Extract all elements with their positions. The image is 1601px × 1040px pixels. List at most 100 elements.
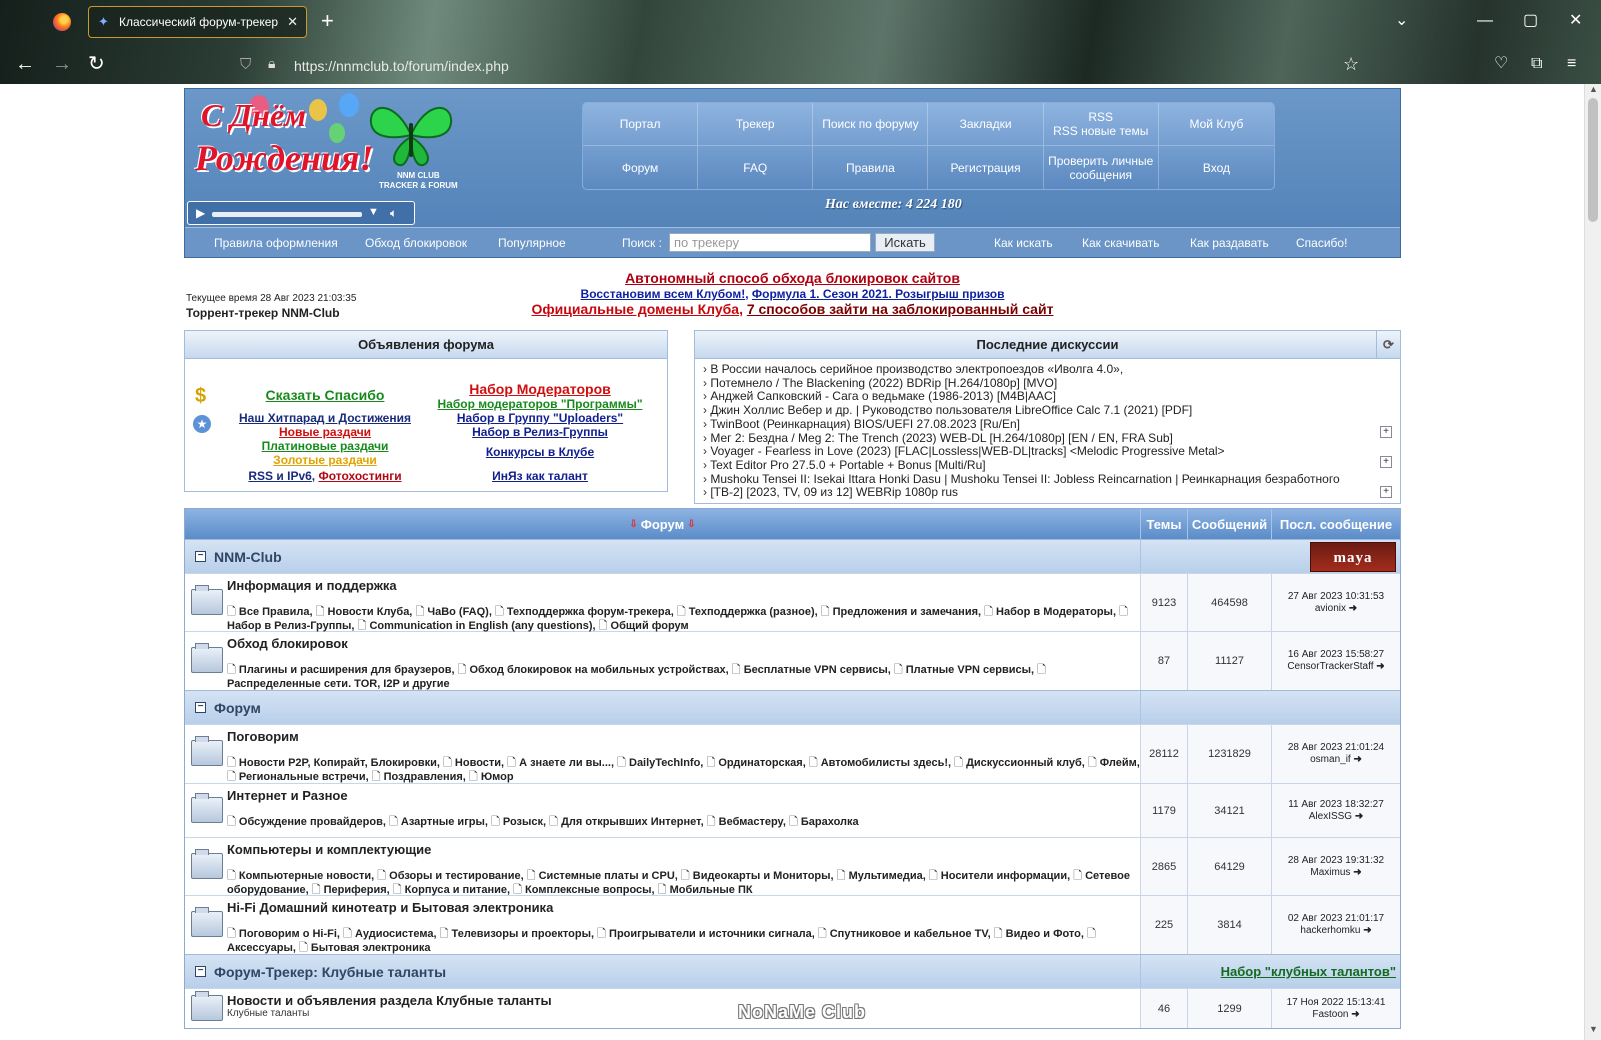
discussion-item[interactable]: Text Editor Pro 27.5.0 + Portable + Bonu… xyxy=(703,459,1394,473)
link-say-thanks[interactable]: Сказать Спасибо xyxy=(215,387,435,403)
tab-list-icon[interactable]: ⌄ xyxy=(1395,8,1408,34)
url-bar[interactable]: https://nnmclub.to/forum/index.php xyxy=(294,56,509,76)
category-title[interactable]: − Форум-Трекер: Клубные таланты xyxy=(185,955,1140,988)
last-post-user[interactable]: CensorTrackerStaff xyxy=(1287,661,1373,672)
minimize-icon[interactable]: — xyxy=(1477,8,1493,34)
menu-item[interactable]: RSS RSS новые темы xyxy=(1043,103,1159,146)
new-tab-icon[interactable]: + xyxy=(321,7,334,35)
menu-item[interactable]: Вход xyxy=(1159,146,1274,189)
subforum-link[interactable]: Видеокарты и Мониторы, xyxy=(681,870,834,882)
subforum-link[interactable]: Автомобилисты здесь!, xyxy=(809,757,951,769)
player-dropdown-icon[interactable]: ▼ xyxy=(368,206,379,218)
back-icon[interactable]: ← xyxy=(15,52,35,76)
bookmark-star-icon[interactable]: ☆ xyxy=(1343,52,1359,76)
discussion-item[interactable]: Voyager - Fearless in Love (2023) [FLAC|… xyxy=(703,445,1394,459)
forward-icon[interactable]: → xyxy=(52,52,72,76)
link-how-to-search[interactable]: Как искать xyxy=(994,236,1053,250)
forum-name[interactable]: Новости и объявления раздела Клубные тал… xyxy=(227,993,1140,1008)
subforum-link[interactable]: Корпуса и питание, xyxy=(393,884,510,896)
collapse-icon[interactable]: − xyxy=(195,702,206,713)
link-photohosting[interactable]: Фотохостинги xyxy=(318,469,401,483)
link-program-moderators[interactable]: Набор модераторов "Программы" xyxy=(430,397,650,411)
category-title[interactable]: − NNM-Club xyxy=(185,540,1140,573)
link-uploaders[interactable]: Набор в Группу "Uploaders" xyxy=(430,411,650,425)
collapse-icon[interactable]: − xyxy=(195,966,206,977)
announcement-bypass[interactable]: Автономный способ обхода блокировок сайт… xyxy=(184,270,1401,286)
link-platinum-releases[interactable]: Платиновые раздачи xyxy=(215,439,435,453)
player-progress[interactable] xyxy=(212,212,362,217)
subforum-link[interactable]: Новости P2P, Копирайт, Блокировки, xyxy=(227,757,440,769)
last-post-user[interactable]: hackerhomku xyxy=(1300,925,1360,936)
menu-item[interactable]: Проверить личные сообщения xyxy=(1044,146,1159,189)
subforum-link[interactable]: Бесплатные VPN сервисы, xyxy=(732,664,891,676)
subforum-link[interactable]: Вебмастеру, xyxy=(707,816,786,828)
subforum-link[interactable]: Платные VPN сервисы, xyxy=(894,664,1034,676)
link-thanks[interactable]: Спасибо! xyxy=(1296,236,1347,250)
firefox-icon[interactable] xyxy=(53,13,71,31)
subforum-link[interactable]: Азартные игры, xyxy=(389,816,488,828)
goto-post-icon[interactable]: ➜ xyxy=(1348,1009,1359,1020)
subforum-link[interactable]: Комплексные вопросы, xyxy=(513,884,654,896)
maya-planet-logo[interactable]: maya xyxy=(1310,541,1396,572)
link-bypass-blocking[interactable]: Обход блокировок xyxy=(365,236,467,250)
refresh-icon[interactable]: ⟳ xyxy=(1376,331,1400,359)
collapse-icon[interactable]: − xyxy=(195,551,206,562)
last-post-user[interactable]: avionix xyxy=(1315,603,1346,614)
subforum-link[interactable]: А знаете ли вы..., xyxy=(507,757,614,769)
link-popular[interactable]: Популярное xyxy=(498,236,566,250)
subforum-link[interactable]: Региональные встречи, xyxy=(227,771,369,783)
volume-icon[interactable]: 🔈︎ xyxy=(390,206,397,221)
subforum-link[interactable]: Флейм, xyxy=(1088,757,1140,769)
link-club-talents[interactable]: Набор "клубных талантов" xyxy=(1221,964,1396,979)
link-hitparade[interactable]: Наш Хитпарад и Достижения xyxy=(215,411,435,425)
subforum-link[interactable]: DailyTechInfo, xyxy=(617,757,703,769)
announcement-formula1[interactable]: Формула 1. Сезон 2021. Розыгрыш призов xyxy=(752,287,1005,301)
expand-icon[interactable]: + xyxy=(1380,456,1392,468)
subforum-link[interactable]: Носители информации, xyxy=(929,870,1070,882)
close-window-icon[interactable]: ✕ xyxy=(1569,8,1582,34)
maximize-icon[interactable]: ▢ xyxy=(1523,8,1538,34)
discussion-item[interactable]: Мег 2: Бездна / Meg 2: The Trench (2023)… xyxy=(703,432,1394,446)
subforum-link[interactable]: Ординаторская, xyxy=(706,757,805,769)
discussion-item[interactable]: Джин Холлис Вебер и др. | Руководство по… xyxy=(703,404,1394,418)
forum-name[interactable]: Информация и поддержка xyxy=(227,578,1140,593)
scroll-down-icon[interactable]: ▼ xyxy=(1589,1024,1598,1034)
subforum-link[interactable]: Общий форум xyxy=(599,620,689,632)
link-gold-releases[interactable]: Золотые раздачи xyxy=(215,453,435,467)
last-post-user[interactable]: Fastoon xyxy=(1312,1009,1348,1020)
link-release-groups[interactable]: Набор в Релиз-Группы xyxy=(430,425,650,439)
link-languages-talent[interactable]: ИнЯз как талант xyxy=(430,469,650,483)
forum-name[interactable]: Поговорим xyxy=(227,729,1140,744)
subforum-link[interactable]: Для открывших Интернет, xyxy=(549,816,704,828)
link-new-releases[interactable]: Новые раздачи xyxy=(215,425,435,439)
active-tab[interactable]: ✦ Классический форум-трекер ✕ xyxy=(88,6,307,38)
subforum-link[interactable]: Компьютерные новости, xyxy=(227,870,374,882)
goto-post-icon[interactable]: ➜ xyxy=(1351,754,1361,765)
site-logo[interactable]: С Днём Рождения! NNM CLUB TRACKER & FORU… xyxy=(189,93,471,199)
tracker-search-input[interactable] xyxy=(669,233,871,252)
category-title[interactable]: − Форум xyxy=(185,691,1140,724)
link-how-to-download[interactable]: Как скачивать xyxy=(1082,236,1160,250)
subforum-link[interactable]: Периферия, xyxy=(312,884,390,896)
subforum-link[interactable]: Новости, xyxy=(443,757,504,769)
search-button[interactable]: Искать xyxy=(875,233,935,252)
menu-icon[interactable]: ≡ xyxy=(1567,52,1576,76)
subforum-link[interactable]: Техподдержка (разное), xyxy=(677,606,818,618)
discussion-item[interactable]: [TB-2] [2023, TV, 09 из 12] WEBRip 1080p… xyxy=(703,486,1394,500)
goto-post-icon[interactable]: ➜ xyxy=(1346,603,1357,614)
subforum-link[interactable]: Набор в Модераторы, xyxy=(984,606,1116,618)
subforum-link[interactable]: Обзоры и тестирование, xyxy=(377,870,523,882)
subforum-link[interactable]: Видео и Фото, xyxy=(994,928,1084,940)
scrollbar-thumb[interactable] xyxy=(1588,98,1598,222)
subforum-link[interactable]: Communication in English (any questions)… xyxy=(358,620,596,632)
scroll-up-icon[interactable]: ▲ xyxy=(1589,84,1598,94)
forum-name[interactable]: Интернет и Разное xyxy=(227,788,1140,803)
subforum-link[interactable]: Системные платы и CPU, xyxy=(527,870,678,882)
subforum-link[interactable]: Новости Клуба, xyxy=(316,606,413,618)
expand-icon[interactable]: + xyxy=(1380,426,1392,438)
subforum-link[interactable]: Предложения и замечания, xyxy=(821,606,981,618)
link-contests[interactable]: Конкурсы в Клубе xyxy=(430,445,650,459)
menu-item[interactable]: Мой Клуб xyxy=(1158,103,1274,146)
link-rss-ipv6[interactable]: RSS и IPv6 xyxy=(248,469,311,483)
menu-item[interactable]: Закладки xyxy=(928,103,1044,146)
